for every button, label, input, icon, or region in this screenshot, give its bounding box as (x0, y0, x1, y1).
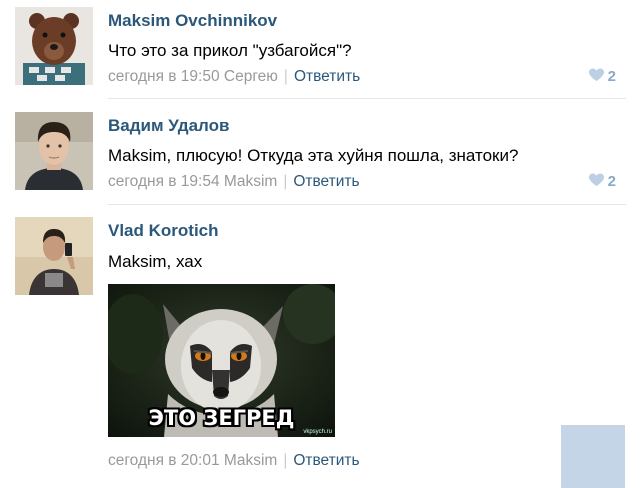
reply-to[interactable]: Maksim (224, 452, 277, 469)
comment-author[interactable]: Maksim Ovchinnikov (108, 11, 277, 31)
reply-link[interactable]: Ответить (294, 68, 360, 85)
reply-link[interactable]: Ответить (293, 452, 359, 469)
like-button[interactable]: 2 (588, 68, 616, 85)
decorative-blue-square (561, 425, 625, 488)
heart-icon (588, 173, 604, 187)
meta-separator: | (283, 68, 288, 85)
meta-separator: | (283, 452, 288, 469)
comment-divider (108, 204, 626, 205)
reply-to[interactable]: Сергею (224, 68, 278, 85)
lemur-meme-image[interactable]: ЭТО ЗЕГРЕД vkpsych.ru (108, 284, 335, 437)
comment-divider (108, 98, 626, 99)
like-count: 2 (607, 173, 616, 190)
heart-icon (588, 68, 604, 82)
like-button[interactable]: 2 (588, 173, 616, 190)
meta-separator: | (283, 173, 288, 190)
comment-meta: сегодня в 19:50 Сергею | Ответить (108, 68, 360, 86)
bear-avatar[interactable] (15, 7, 93, 85)
comment-text: Maksim, хах (108, 252, 203, 271)
mirror-selfie-avatar[interactable] (15, 217, 93, 295)
meme-watermark: vkpsych.ru (303, 429, 332, 435)
young-man-avatar[interactable] (15, 112, 93, 190)
comment-meta: сегодня в 19:54 Maksim | Ответить (108, 173, 360, 191)
comment-time[interactable]: сегодня в 19:54 (108, 173, 220, 190)
comment-time[interactable]: сегодня в 20:01 (108, 452, 220, 469)
like-count: 2 (607, 68, 616, 85)
comment-author[interactable]: Vlad Korotich (108, 221, 219, 241)
reply-link[interactable]: Ответить (293, 173, 359, 190)
comment-text: Maksim, плюсую! Откуда эта хуйня пошла, … (108, 146, 519, 165)
comment-author[interactable]: Вадим Удалов (108, 116, 229, 136)
comment-text: Что это за прикол "узбагойся"? (108, 41, 352, 60)
meme-caption: ЭТО ЗЕГРЕД (148, 406, 295, 430)
reply-to[interactable]: Maksim (224, 173, 277, 190)
comment-meta: сегодня в 20:01 Maksim | Ответить (108, 452, 360, 470)
comment-time[interactable]: сегодня в 19:50 (108, 68, 220, 85)
